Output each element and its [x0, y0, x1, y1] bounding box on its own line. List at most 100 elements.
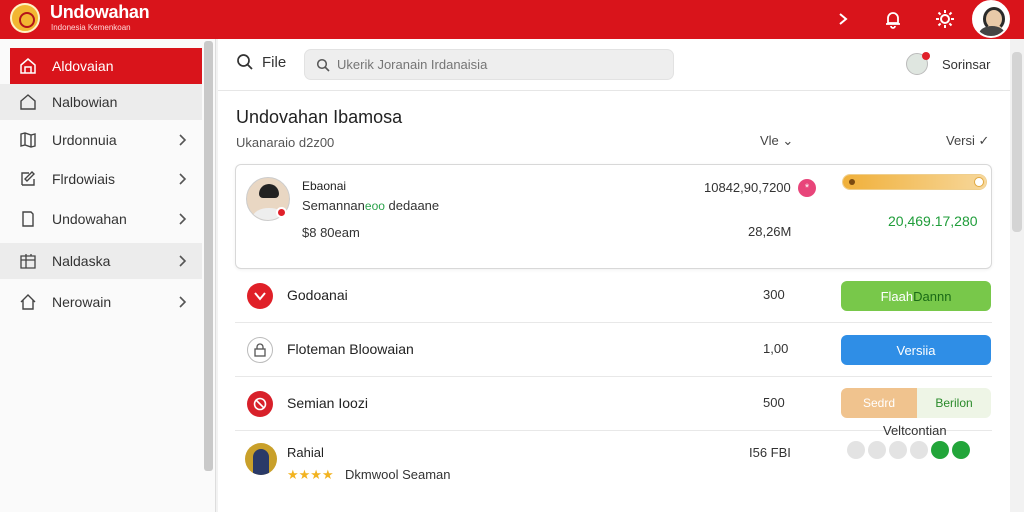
- page-subtitle: Ukanaraio d2z00: [236, 135, 335, 150]
- file-label: File: [262, 53, 287, 71]
- row-value: 500: [763, 395, 785, 410]
- main-scrollbar[interactable]: [1012, 52, 1022, 232]
- top-bar: Undowahan Indonesia Kemenkoan: [0, 0, 1024, 39]
- status-dot[interactable]: [847, 441, 865, 459]
- shield-icon: [247, 283, 273, 309]
- list-item[interactable]: Rahial ★★★★ Dkmwool Seaman I56 FBI Veltc…: [235, 423, 992, 489]
- chevron-right-icon: [179, 134, 187, 146]
- status-dots[interactable]: [847, 441, 970, 459]
- avatar: [906, 52, 930, 75]
- progress-marker-icon: [849, 179, 855, 185]
- user-name: Sorinsar: [942, 56, 991, 72]
- button-label: Flaah: [880, 288, 914, 304]
- user-chip[interactable]: Sorinsar: [906, 52, 991, 75]
- page-title: Undovahan Ibamosa: [236, 107, 403, 127]
- chevron-right-icon[interactable]: [830, 6, 856, 32]
- status-badge: [276, 207, 287, 218]
- check-icon: ✓: [978, 133, 990, 148]
- main-header: File Sorinsar: [218, 39, 1010, 91]
- row-value: 1,00: [763, 341, 789, 356]
- chevron-down-icon: ⌄: [782, 133, 794, 148]
- sidebar-item-naldaska[interactable]: Naldaska: [0, 243, 202, 279]
- list-item[interactable]: Floteman Bloowaian 1,00 Versiia: [235, 323, 992, 377]
- progress-bar[interactable]: [842, 174, 987, 190]
- card-description: Semannaneoo dedaane: [302, 198, 439, 213]
- progress-knob[interactable]: [974, 177, 984, 187]
- logo-icon[interactable]: [10, 3, 40, 33]
- avatar: [245, 443, 277, 475]
- lock-icon: [247, 337, 273, 363]
- card-desc-green: eoo: [364, 199, 385, 213]
- sidebar-item-label: Nerowain: [52, 294, 112, 310]
- button-label-highlight: Dannn: [913, 288, 952, 304]
- sidebar-item-label: Urdonnuia: [52, 132, 117, 148]
- row-label: Rahial: [287, 445, 324, 460]
- card-green-value: 20,469.17,280: [888, 213, 978, 229]
- split-toggle[interactable]: Sedrd Berilon: [841, 388, 991, 418]
- file-button[interactable]: File: [236, 53, 286, 71]
- card-name: Ebaonai: [302, 179, 347, 193]
- sidebar-item-label: Naldaska: [52, 253, 111, 269]
- row-label: Floteman Bloowaian: [287, 341, 414, 357]
- gear-icon[interactable]: [932, 6, 958, 32]
- chevron-right-icon: [179, 173, 187, 185]
- grid-icon: [18, 251, 38, 271]
- dots-label: Veltcontian: [883, 423, 947, 438]
- app-subtitle: Indonesia Kemenkoan: [51, 23, 131, 32]
- sidebar-item-label: Nalbowian: [52, 94, 118, 110]
- user-avatar[interactable]: [972, 0, 1010, 38]
- card-price: $8 80eam: [302, 225, 360, 240]
- status-dot[interactable]: [868, 441, 886, 459]
- chevron-right-icon: [179, 255, 187, 267]
- sidebar-item-undowahan[interactable]: Undowahan: [10, 201, 202, 237]
- versiia-button[interactable]: Versiia: [841, 335, 991, 365]
- row-sublabel: Dkmwool Seaman: [345, 467, 451, 482]
- sidebar-scrollbar[interactable]: [204, 41, 213, 471]
- search-input[interactable]: [337, 57, 657, 72]
- sidebar-item-nalbowian[interactable]: Nalbowian: [0, 84, 202, 120]
- chevron-right-icon: [179, 296, 187, 308]
- split-option-right[interactable]: Berilon: [917, 388, 991, 418]
- star-badge-icon[interactable]: *: [798, 179, 816, 197]
- sidebar-item-aldovaian[interactable]: Aldovaian: [10, 48, 202, 84]
- status-dot[interactable]: [931, 441, 949, 459]
- home-icon: [18, 56, 38, 76]
- card-number-bottom: 28,26M: [748, 224, 792, 239]
- version-label: Versi: [946, 133, 975, 148]
- sidebar-item-nerowain[interactable]: Nerowain: [10, 284, 202, 320]
- home-icon: [18, 292, 38, 312]
- bell-icon[interactable]: [880, 6, 906, 32]
- chevron-right-icon: [179, 213, 187, 225]
- status-dot[interactable]: [910, 441, 928, 459]
- version-dropdown[interactable]: Versi ✓: [946, 133, 989, 149]
- view-label: Vle: [760, 133, 779, 148]
- sidebar-item-urdonnuia[interactable]: Urdonnuia: [10, 122, 202, 158]
- search-icon: [237, 54, 253, 70]
- list-item[interactable]: Semian Ioozi 500 Sedrd Berilon: [235, 377, 992, 431]
- edit-icon: [18, 169, 38, 189]
- document-icon: [18, 209, 38, 229]
- row-value: 300: [763, 287, 785, 302]
- row-label: Semian Ioozi: [287, 395, 368, 411]
- search-box[interactable]: [304, 49, 674, 80]
- progress-fill: [843, 175, 986, 189]
- main-panel: File Sorinsar Undovahan Ibamosa Ukanarai…: [218, 39, 1010, 512]
- row-value: I56 FBI: [749, 445, 791, 460]
- flaah-button[interactable]: Flaah Dannn: [841, 281, 991, 311]
- view-dropdown[interactable]: Vle ⌄: [760, 133, 793, 149]
- card-desc-main: Semannan: [302, 198, 365, 213]
- app-title: Undowahan: [50, 2, 150, 22]
- map-icon: [18, 130, 38, 150]
- split-option-left[interactable]: Sedrd: [841, 388, 917, 418]
- list-item[interactable]: Godoanai 300 Flaah Dannn: [235, 269, 992, 323]
- sidebar-item-flrdowiais[interactable]: Flrdowiais: [10, 161, 202, 197]
- featured-card[interactable]: Ebaonai Semannaneoo dedaane $8 80eam 108…: [235, 164, 992, 269]
- sidebar-item-label: Aldovaian: [52, 58, 114, 74]
- rating-stars-icon: ★★★★: [287, 467, 334, 482]
- card-number-top: 10842,90,7200: [704, 180, 791, 195]
- house-outline-icon: [18, 92, 38, 112]
- sidebar: Aldovaian Nalbowian Urdonnuia Flrdowiais…: [0, 39, 216, 512]
- sidebar-item-label: Undowahan: [52, 211, 127, 227]
- status-dot[interactable]: [952, 441, 970, 459]
- status-dot[interactable]: [889, 441, 907, 459]
